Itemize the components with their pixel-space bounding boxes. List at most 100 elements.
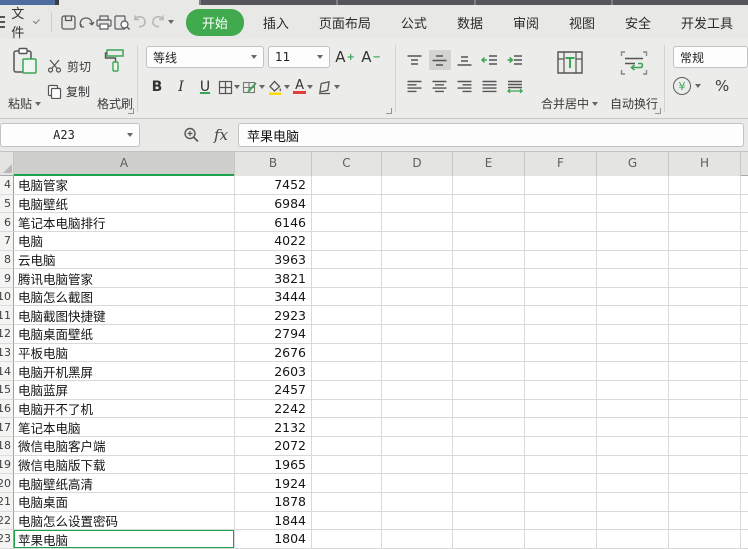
cell-C17[interactable] xyxy=(312,418,382,437)
cell-D12[interactable] xyxy=(382,325,453,344)
cell-B23[interactable]: 1804 xyxy=(235,530,312,549)
cell-G5[interactable] xyxy=(597,195,669,214)
cell-C13[interactable] xyxy=(312,344,382,363)
cell-A13[interactable]: 平板电脑 xyxy=(14,344,235,363)
cell-B17[interactable]: 2132 xyxy=(235,418,312,437)
draw-border-button[interactable] xyxy=(242,76,265,98)
cell-H13[interactable] xyxy=(669,344,741,363)
cell-E13[interactable] xyxy=(453,344,525,363)
cell-F23[interactable] xyxy=(525,530,597,549)
align-right-button[interactable] xyxy=(454,76,476,96)
cell-D18[interactable] xyxy=(382,437,453,456)
save-button[interactable] xyxy=(60,10,77,34)
cell-G21[interactable] xyxy=(597,493,669,512)
cell-C14[interactable] xyxy=(312,362,382,381)
cell-F17[interactable] xyxy=(525,418,597,437)
cell-D10[interactable] xyxy=(382,288,453,307)
row-header-12[interactable]: 12 xyxy=(0,325,14,344)
cell-B20[interactable]: 1924 xyxy=(235,474,312,493)
cell-C7[interactable] xyxy=(312,232,382,251)
cell-C22[interactable] xyxy=(312,512,382,531)
cell-E16[interactable] xyxy=(453,400,525,419)
cell-H8[interactable] xyxy=(669,251,741,270)
row-header-15[interactable]: 15 xyxy=(0,381,14,400)
cell-A19[interactable]: 微信电脑版下载 xyxy=(14,456,235,475)
cell-B5[interactable]: 6984 xyxy=(235,195,312,214)
bold-button[interactable]: B xyxy=(146,76,168,98)
cell-D9[interactable] xyxy=(382,269,453,288)
cell-G12[interactable] xyxy=(597,325,669,344)
cell-E5[interactable] xyxy=(453,195,525,214)
row-header-23[interactable]: 23 xyxy=(0,530,14,549)
group-expand-icon[interactable] xyxy=(128,108,134,114)
cell-H12[interactable] xyxy=(669,325,741,344)
cell-B16[interactable]: 2242 xyxy=(235,400,312,419)
fill-color-button[interactable] xyxy=(267,76,290,98)
merge-center-button[interactable]: 合并居中 xyxy=(539,43,600,118)
cell-B4[interactable]: 7452 xyxy=(235,176,312,195)
tab-5[interactable]: 审阅 xyxy=(498,9,554,36)
cell-E20[interactable] xyxy=(453,474,525,493)
cell-G9[interactable] xyxy=(597,269,669,288)
cell-B8[interactable]: 3963 xyxy=(235,251,312,270)
zoom-formula-button[interactable] xyxy=(182,126,200,144)
decrease-font-button[interactable]: A− xyxy=(360,46,382,68)
justify-button[interactable] xyxy=(479,76,501,96)
cell-D4[interactable] xyxy=(382,176,453,195)
cell-F6[interactable] xyxy=(525,213,597,232)
row-header-14[interactable]: 14 xyxy=(0,362,14,381)
wrap-text-button[interactable]: 自动换行 xyxy=(608,43,660,118)
cell-G6[interactable] xyxy=(597,213,669,232)
row-header-20[interactable]: 20 xyxy=(0,474,14,493)
cell-E4[interactable] xyxy=(453,176,525,195)
select-all-corner[interactable] xyxy=(0,152,14,175)
cell-E23[interactable] xyxy=(453,530,525,549)
formula-input[interactable]: 苹果电脑 xyxy=(238,123,744,147)
percent-button[interactable]: % xyxy=(715,77,729,95)
underline-button[interactable]: U xyxy=(194,76,216,98)
cell-H14[interactable] xyxy=(669,362,741,381)
cell-B18[interactable]: 2072 xyxy=(235,437,312,456)
cell-A23[interactable]: 苹果电脑 xyxy=(14,530,235,549)
format-painter-button[interactable]: 格式刷 xyxy=(93,39,137,118)
row-header-22[interactable]: 22 xyxy=(0,512,14,531)
cell-E19[interactable] xyxy=(453,456,525,475)
column-header-C[interactable]: C xyxy=(312,152,382,176)
cell-C15[interactable] xyxy=(312,381,382,400)
cell-H20[interactable] xyxy=(669,474,741,493)
column-header-A[interactable]: A xyxy=(14,152,235,176)
cell-H11[interactable] xyxy=(669,306,741,325)
cell-G15[interactable] xyxy=(597,381,669,400)
column-header-D[interactable]: D xyxy=(382,152,453,176)
export-button[interactable] xyxy=(77,10,95,34)
cell-A17[interactable]: 笔记本电脑 xyxy=(14,418,235,437)
cell-F21[interactable] xyxy=(525,493,597,512)
cell-F14[interactable] xyxy=(525,362,597,381)
cell-E15[interactable] xyxy=(453,381,525,400)
print-preview-button[interactable] xyxy=(113,10,131,34)
row-header-10[interactable]: 10 xyxy=(0,288,14,307)
cell-B11[interactable]: 2923 xyxy=(235,306,312,325)
cell-B14[interactable]: 2603 xyxy=(235,362,312,381)
row-header-13[interactable]: 13 xyxy=(0,344,14,363)
cell-E8[interactable] xyxy=(453,251,525,270)
cell-C10[interactable] xyxy=(312,288,382,307)
cell-D19[interactable] xyxy=(382,456,453,475)
cell-E14[interactable] xyxy=(453,362,525,381)
cell-B10[interactable]: 3444 xyxy=(235,288,312,307)
tab-7[interactable]: 安全 xyxy=(610,9,666,36)
increase-font-button[interactable]: A+ xyxy=(334,46,356,68)
cell-D22[interactable] xyxy=(382,512,453,531)
cell-D15[interactable] xyxy=(382,381,453,400)
column-header-F[interactable]: F xyxy=(525,152,597,176)
tab-1[interactable]: 插入 xyxy=(248,9,304,36)
cell-H19[interactable] xyxy=(669,456,741,475)
cell-E6[interactable] xyxy=(453,213,525,232)
row-header-7[interactable]: 7 xyxy=(0,232,14,251)
cell-F13[interactable] xyxy=(525,344,597,363)
cell-D8[interactable] xyxy=(382,251,453,270)
decrease-indent-button[interactable] xyxy=(479,50,501,70)
cell-D23[interactable] xyxy=(382,530,453,549)
cell-D16[interactable] xyxy=(382,400,453,419)
borders-button[interactable] xyxy=(218,76,240,98)
